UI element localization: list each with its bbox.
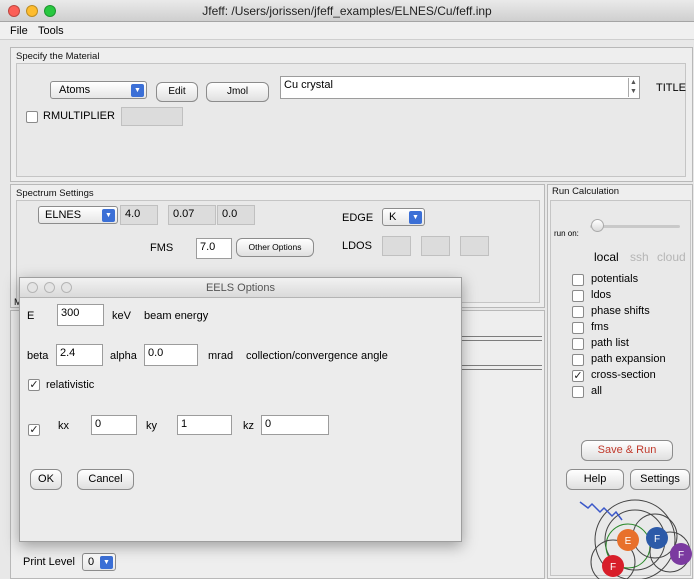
- edge-label: EDGE: [342, 212, 374, 224]
- run-check-label: fms: [591, 321, 609, 333]
- divider-line: [462, 365, 542, 366]
- title-bar: Jfeff: /Users/jorissen/jfeff_examples/EL…: [0, 0, 694, 22]
- kx-input[interactable]: 0: [91, 415, 137, 435]
- spectrum-value-2[interactable]: 0.07: [168, 205, 216, 225]
- e-input[interactable]: 300: [57, 304, 104, 326]
- divider-line: [462, 340, 542, 341]
- title-label: TITLE: [656, 82, 686, 94]
- run-check-label: cross-section: [591, 369, 656, 381]
- logo-letter-f2: F: [678, 550, 684, 561]
- settings-button[interactable]: Settings: [630, 469, 690, 490]
- run-check-label: all: [591, 385, 603, 397]
- target-ssh[interactable]: ssh: [630, 250, 649, 264]
- beta-input[interactable]: 2.4: [56, 344, 103, 366]
- window-title: Jfeff: /Users/jorissen/jfeff_examples/EL…: [202, 4, 492, 18]
- angle-desc-label: collection/convergence angle: [246, 350, 388, 362]
- cancel-button[interactable]: Cancel: [77, 469, 134, 490]
- run-check-cross-section-checkbox[interactable]: ✓: [572, 370, 584, 382]
- e-unit-label: keV: [112, 310, 131, 322]
- fms-input[interactable]: 7.0: [196, 238, 232, 259]
- menu-bar: File Tools: [0, 22, 694, 40]
- run-section-title: Run Calculation: [552, 186, 620, 197]
- mrad-label: mrad: [208, 350, 234, 362]
- alpha-input[interactable]: 0.0: [144, 344, 198, 366]
- edge-value: K: [389, 211, 397, 223]
- chevron-down-icon: ▼: [131, 84, 144, 97]
- ldos-input-3[interactable]: [460, 236, 489, 256]
- run-check-label: ldos: [591, 289, 612, 301]
- beam-energy-label: beam energy: [144, 310, 209, 322]
- help-button[interactable]: Help: [566, 469, 624, 490]
- chevron-down-icon: ▼: [100, 556, 113, 569]
- chevron-down-icon: ▼: [409, 211, 422, 224]
- run-check-label: potentials: [591, 273, 639, 285]
- logo-letter-f1: F: [654, 534, 660, 545]
- run-check-all-checkbox[interactable]: [572, 386, 584, 398]
- feff-logo: E F F F: [579, 499, 692, 579]
- ky-label: ky: [146, 420, 157, 432]
- run-check-ldos-checkbox[interactable]: [572, 290, 584, 302]
- alpha-label: alpha: [110, 350, 137, 362]
- fms-label: FMS: [150, 242, 174, 254]
- menu-file[interactable]: File: [10, 25, 28, 37]
- ok-button[interactable]: OK: [30, 469, 62, 490]
- k-vector-checkbox[interactable]: ✓: [28, 424, 40, 436]
- run-check-phase-shifts-checkbox[interactable]: [572, 306, 584, 318]
- ldos-input-2[interactable]: [421, 236, 450, 256]
- beta-label: beta: [27, 350, 49, 362]
- run-check-path-expansion-checkbox[interactable]: [572, 354, 584, 366]
- edge-select[interactable]: K ▼: [382, 208, 425, 226]
- spectrum-value-1[interactable]: 4.0: [120, 205, 158, 225]
- run-check-label: path expansion: [591, 353, 666, 365]
- kz-input[interactable]: 0: [261, 415, 329, 435]
- run-check-label: path list: [591, 337, 629, 349]
- title-input[interactable]: Cu crystal: [280, 76, 640, 99]
- print-level-select[interactable]: 0 ▼: [82, 553, 116, 571]
- run-check-label: phase shifts: [591, 305, 650, 317]
- print-level-value: 0: [88, 556, 95, 568]
- other-options-button[interactable]: Other Options: [236, 238, 314, 257]
- spectrum-type-select[interactable]: ELNES ▼: [38, 206, 118, 224]
- slider-thumb[interactable]: [591, 219, 604, 232]
- run-on-label: run on:: [554, 229, 579, 238]
- run-check-path-list-checkbox[interactable]: [572, 338, 584, 350]
- target-local[interactable]: local: [594, 250, 619, 264]
- edit-button[interactable]: Edit: [156, 82, 198, 102]
- save-run-button[interactable]: Save & Run: [581, 440, 673, 461]
- e-label: E: [27, 310, 35, 322]
- chevron-down-icon: ▼: [102, 209, 115, 222]
- material-section-title: Specify the Material: [16, 51, 100, 62]
- rmultiplier-checkbox[interactable]: [26, 111, 38, 123]
- dialog-title-bar: EELS Options: [20, 278, 461, 298]
- ky-input[interactable]: 1: [177, 415, 232, 435]
- eels-options-dialog: EELS Options E 300 keV beam energy beta …: [19, 277, 462, 542]
- logo-letter-e: E: [625, 536, 632, 547]
- ldos-input-1[interactable]: [382, 236, 411, 256]
- print-level-label: Print Level: [23, 556, 75, 568]
- logo-letter-f3: F: [610, 562, 616, 573]
- relativistic-checkbox[interactable]: ✓: [28, 379, 40, 391]
- menu-tools[interactable]: Tools: [38, 25, 64, 37]
- spectrum-value-3[interactable]: 0.0: [217, 205, 255, 225]
- jmol-button[interactable]: Jmol: [206, 82, 269, 102]
- rmultiplier-input[interactable]: [121, 107, 183, 126]
- rmultiplier-label: RMULTIPLIER: [43, 110, 115, 122]
- ldos-label: LDOS: [342, 240, 372, 252]
- divider-line: [462, 369, 542, 370]
- spectrum-section-title: Spectrum Settings: [16, 188, 94, 199]
- run-check-potentials-checkbox[interactable]: [572, 274, 584, 286]
- atoms-select[interactable]: Atoms ▼: [50, 81, 147, 99]
- kx-label: kx: [58, 420, 69, 432]
- spectrum-type-value: ELNES: [45, 209, 82, 221]
- target-cloud[interactable]: cloud: [657, 250, 686, 264]
- run-check-fms-checkbox[interactable]: [572, 322, 584, 334]
- atoms-select-value: Atoms: [59, 84, 91, 96]
- divider-line: [462, 336, 542, 337]
- relativistic-label: relativistic: [46, 379, 95, 391]
- kz-label: kz: [243, 420, 254, 432]
- spinner-arrows-icon[interactable]: ▲ ▼: [628, 78, 638, 97]
- dialog-title: EELS Options: [205, 282, 276, 294]
